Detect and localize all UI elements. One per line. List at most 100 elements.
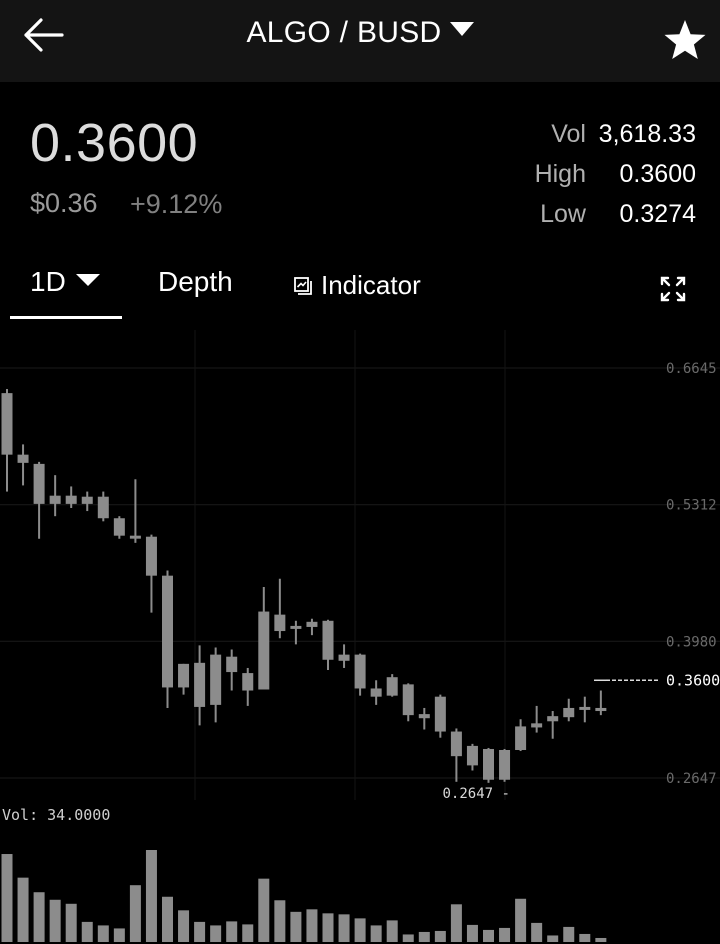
interval-label: 1D: [30, 266, 66, 297]
y-tick-label: 0.5312: [666, 498, 717, 514]
pair-selector[interactable]: ALGO / BUSD: [0, 16, 720, 50]
volume-bar: [145, 850, 157, 942]
volume-bar: [531, 922, 543, 942]
tab-indicator[interactable]: Indicator: [293, 270, 421, 301]
y-tick-label: 0.2647: [666, 771, 717, 787]
volume-bar: [322, 913, 334, 942]
chevron-down-icon: [75, 274, 100, 286]
candle-body: [1, 393, 13, 455]
candle-body: [210, 654, 222, 705]
high-label: High: [534, 160, 586, 188]
volume-bar: [595, 937, 607, 942]
volume-readout: Vol: 34.0000: [2, 806, 111, 824]
candle-body: [354, 654, 366, 689]
star-icon[interactable]: [660, 16, 710, 66]
candle-body: [563, 707, 575, 718]
candle-body: [579, 706, 591, 710]
candle-body: [258, 611, 270, 690]
volume-bar: [402, 934, 414, 942]
candle-body: [434, 696, 446, 732]
candle-body: [370, 688, 382, 697]
candle-body: [306, 621, 318, 627]
tab-depth[interactable]: Depth: [158, 266, 233, 298]
volume-bar: [194, 921, 206, 942]
volume-bar: [547, 935, 559, 942]
candle-body: [499, 750, 511, 780]
candle-body: [322, 620, 334, 660]
candle-body: [226, 656, 238, 673]
candle-body: [386, 677, 398, 696]
candle-body: [595, 707, 607, 712]
volume-bar: [129, 885, 141, 942]
tab-interval[interactable]: 1D: [30, 266, 100, 298]
volume-bar: [418, 931, 430, 942]
volume-bar: [97, 925, 109, 942]
candle-body: [65, 495, 77, 504]
candle-body: [145, 536, 157, 576]
candle-body: [49, 495, 61, 504]
candle-body: [242, 673, 254, 691]
volume-bar: [370, 925, 382, 942]
indicator-icon: [294, 277, 312, 295]
low-value: 0.3274: [619, 200, 696, 228]
volume-bar: [1, 854, 13, 942]
candle-body: [33, 463, 45, 504]
volume-bar: [242, 924, 254, 942]
volume-bar: [386, 920, 398, 942]
volume-bar: [290, 911, 302, 942]
volume-bars: [1, 850, 607, 942]
volume-bar: [434, 930, 446, 942]
volume-value: 3,618.33: [598, 120, 696, 148]
top-bar: ALGO / BUSD: [0, 0, 720, 82]
volume-bar: [258, 878, 270, 942]
candle-body: [113, 518, 125, 536]
y-tick-label: 0.3980: [666, 634, 717, 650]
volume-bar: [483, 929, 494, 942]
pair-label: ALGO / BUSD: [246, 16, 442, 49]
candlestick-chart[interactable]: 0.6645 0.5312 0.3980 0.2647 0.3600 0.2647 -: [0, 330, 720, 944]
candle-body: [17, 454, 29, 463]
volume-bar: [81, 921, 93, 942]
volume-bar: [17, 877, 29, 942]
volume-bar: [450, 904, 462, 942]
fiat-price: $0.36: [30, 188, 98, 218]
expand-icon[interactable]: [658, 274, 688, 304]
candle-body: [466, 745, 478, 766]
volume-label: Vol: [551, 120, 586, 148]
volume-bar: [178, 910, 190, 942]
candle-body: [162, 575, 173, 688]
volume-bar: [210, 925, 222, 942]
candle-body: [290, 625, 302, 629]
candle-body: [402, 684, 414, 716]
high-value: 0.3600: [619, 160, 696, 188]
candle-body: [531, 723, 543, 728]
volume-bar: [33, 892, 45, 942]
candle-body: [129, 535, 141, 539]
candle-body: [274, 614, 286, 632]
candle-body: [194, 662, 206, 707]
volume-bar: [338, 914, 350, 942]
chevron-down-icon: [449, 22, 474, 36]
y-tick-label: 0.6645: [666, 361, 717, 377]
chart-grid: [0, 330, 720, 800]
candles: [1, 389, 607, 783]
volume-bar: [49, 899, 61, 942]
candle-body: [515, 726, 527, 751]
volume-bar: [515, 898, 527, 942]
volume-bar: [563, 926, 575, 942]
volume-bar: [466, 924, 478, 942]
candle-body: [483, 748, 494, 780]
volume-bar: [65, 903, 77, 942]
volume-bar: [499, 927, 511, 942]
candle-body: [338, 654, 350, 661]
active-tab-indicator: [10, 316, 122, 319]
candle-body: [450, 731, 462, 757]
price-change: +9.12%: [130, 189, 223, 219]
candle-body: [547, 716, 559, 722]
volume-bar: [274, 900, 286, 942]
volume-bar: [113, 928, 125, 942]
current-price-label: 0.3600: [666, 671, 720, 689]
last-price: 0.3600: [30, 113, 199, 173]
axis-labels: 0.6645 0.5312 0.3980 0.2647 0.3600 0.2647 -: [443, 361, 720, 802]
candle-body: [178, 663, 190, 688]
